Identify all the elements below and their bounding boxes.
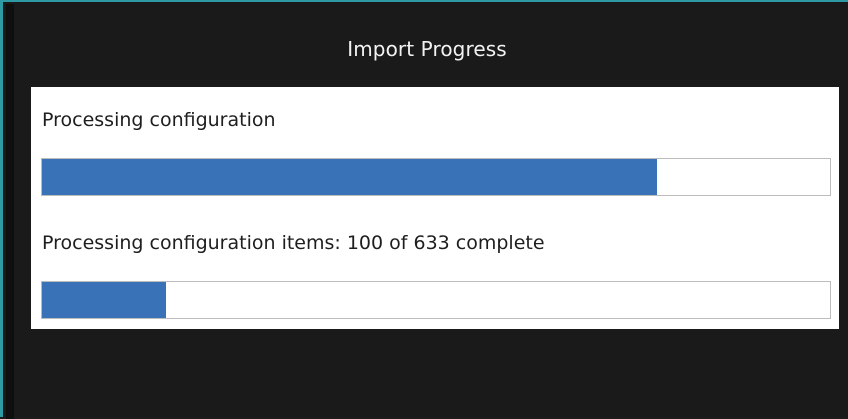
- import-progress-window: Import Progress Processing configuration…: [0, 0, 848, 419]
- dialog-title: Import Progress: [347, 37, 507, 61]
- overall-progress-fill: [42, 159, 657, 195]
- progress-panel: Processing configuration Processing conf…: [31, 87, 839, 329]
- overall-progress-bar: [41, 158, 831, 196]
- items-progress-label: Processing configuration items: 100 of 6…: [42, 232, 545, 254]
- window-edge: [6, 4, 14, 419]
- items-progress-fill: [42, 282, 167, 318]
- items-progress-bar: [41, 281, 831, 319]
- overall-progress-label: Processing configuration: [42, 109, 276, 131]
